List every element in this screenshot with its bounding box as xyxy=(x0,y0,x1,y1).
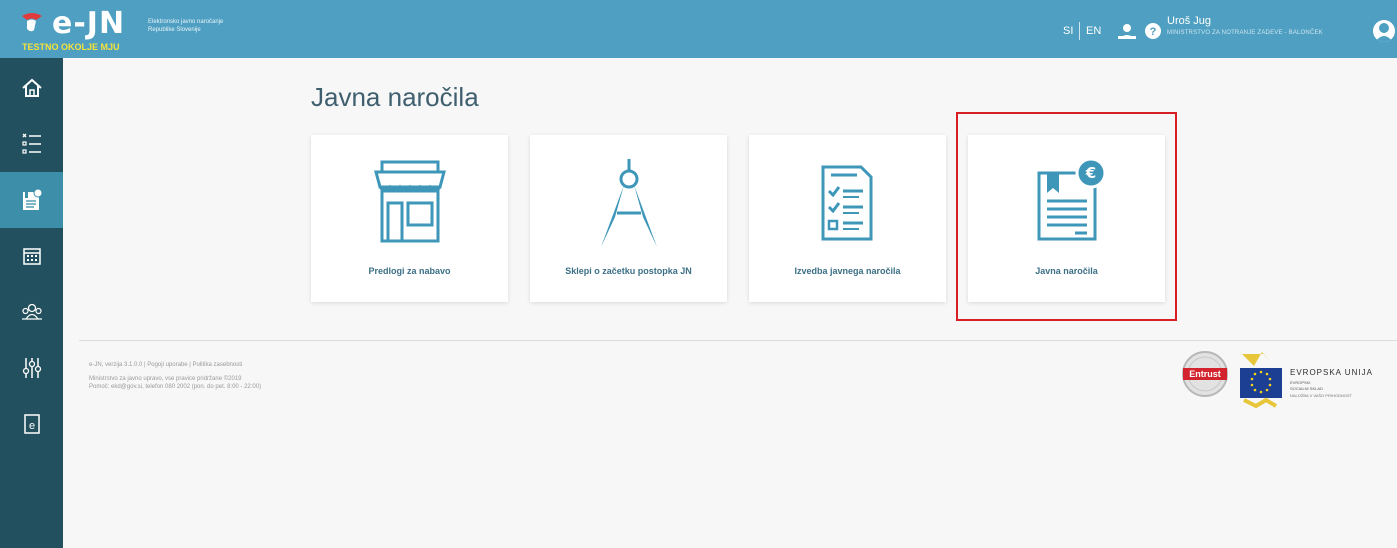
eu-fund-line2: SOCIALNI SKLAD xyxy=(1290,386,1323,391)
card-icon-wrap xyxy=(749,157,946,257)
logo-subtitle: Elektronsko javno naročanje Republike Sl… xyxy=(148,18,258,34)
user-organization: MINISTRSTVO ZA NOTRANJE ZADEVE - BALONČE… xyxy=(1167,30,1323,36)
sidebar-item-calendar[interactable] xyxy=(0,228,63,284)
sidebar-item-home[interactable] xyxy=(0,60,63,116)
eu-fund-line1: EVROPSKI xyxy=(1290,380,1311,385)
logo-subtitle-line1: Elektronsko javno naročanje xyxy=(148,19,224,25)
app-logo[interactable]: e-JN Elektronsko javno naročanje Republi… xyxy=(8,4,268,54)
sidebar: e xyxy=(0,58,63,548)
sidebar-item-users[interactable] xyxy=(0,284,63,340)
highlight-frame xyxy=(956,112,1177,321)
environment-label: TESTNO OKOLJE MJU xyxy=(22,42,120,52)
top-header: e-JN Elektronsko javno naročanje Republi… xyxy=(0,0,1397,58)
settings-sliders-icon xyxy=(22,358,41,378)
card-label: Izvedba javnega naročila xyxy=(794,266,901,276)
logo-mark-icon xyxy=(22,13,42,32)
card-icon-wrap xyxy=(311,157,508,257)
users-icon xyxy=(21,303,42,320)
svg-text:?: ? xyxy=(1150,26,1157,38)
checklist-icon xyxy=(21,133,41,154)
procurement-icon xyxy=(22,188,42,210)
shop-icon xyxy=(373,160,446,243)
card-predlogi-za-nabavo[interactable]: Predlogi za nabavo xyxy=(311,135,508,302)
card-label: Sklepi o začetku postopka JN xyxy=(565,266,692,276)
footer-copyright: Ministrstvo za javno upravo, vse pravice… xyxy=(89,376,242,382)
footer-version-links[interactable]: e-JN, verzija 3.1.0.0 | Pogoji uporabe |… xyxy=(89,362,242,368)
calendar-icon xyxy=(22,248,41,265)
checklist-document-icon xyxy=(821,165,872,241)
svg-text:e: e xyxy=(28,420,34,432)
entrust-label: Entrust xyxy=(1189,369,1221,379)
sidebar-item-list[interactable] xyxy=(0,116,63,172)
eu-esf-logo: EVROPSKA UNIJA EVROPSKI SOCIALNI SKLAD N… xyxy=(1238,350,1397,408)
help-icon[interactable]: ? xyxy=(1145,23,1161,39)
page-title: Javna naročila xyxy=(311,82,479,112)
lang-separator xyxy=(1079,22,1080,40)
footer-divider xyxy=(79,340,1397,341)
card-icon-wrap xyxy=(530,157,727,257)
card-izvedba-javnega-narocila[interactable]: Izvedba javnega naročila xyxy=(749,135,946,302)
eu-slogan: NALOŽBA V VAŠO PRIHODNOST xyxy=(1290,393,1352,398)
footer-help: Pomoč: ekd@gov.si, telefon 080 2002 (pon… xyxy=(89,384,262,390)
user-avatar-icon[interactable] xyxy=(1373,20,1395,42)
eu-flag-icon xyxy=(1240,352,1282,408)
main-content: Javna naročila Predlogi za nabavo Sklepi… xyxy=(63,58,1397,548)
sidebar-item-procurement[interactable] xyxy=(0,172,63,228)
support-agent-icon[interactable] xyxy=(1117,23,1137,39)
home-icon xyxy=(21,78,42,97)
compass-icon xyxy=(600,159,657,247)
document-e-icon: e xyxy=(23,414,40,434)
eu-title: EVROPSKA UNIJA xyxy=(1290,368,1373,377)
sidebar-item-settings[interactable] xyxy=(0,340,63,396)
card-sklepi-o-zacetku[interactable]: Sklepi o začetku postopka JN xyxy=(530,135,727,302)
logo-subtitle-line2: Republike Slovenije xyxy=(148,27,201,33)
logo-text: e-JN xyxy=(52,6,126,41)
lang-en-button[interactable]: EN xyxy=(1086,25,1101,37)
entrust-seal-icon[interactable]: Entrust xyxy=(1181,350,1229,398)
sidebar-item-documents[interactable]: e xyxy=(0,396,63,452)
user-name[interactable]: Uroš Jug xyxy=(1167,15,1211,27)
card-label: Predlogi za nabavo xyxy=(368,266,451,276)
lang-si-button[interactable]: SI xyxy=(1063,25,1073,37)
